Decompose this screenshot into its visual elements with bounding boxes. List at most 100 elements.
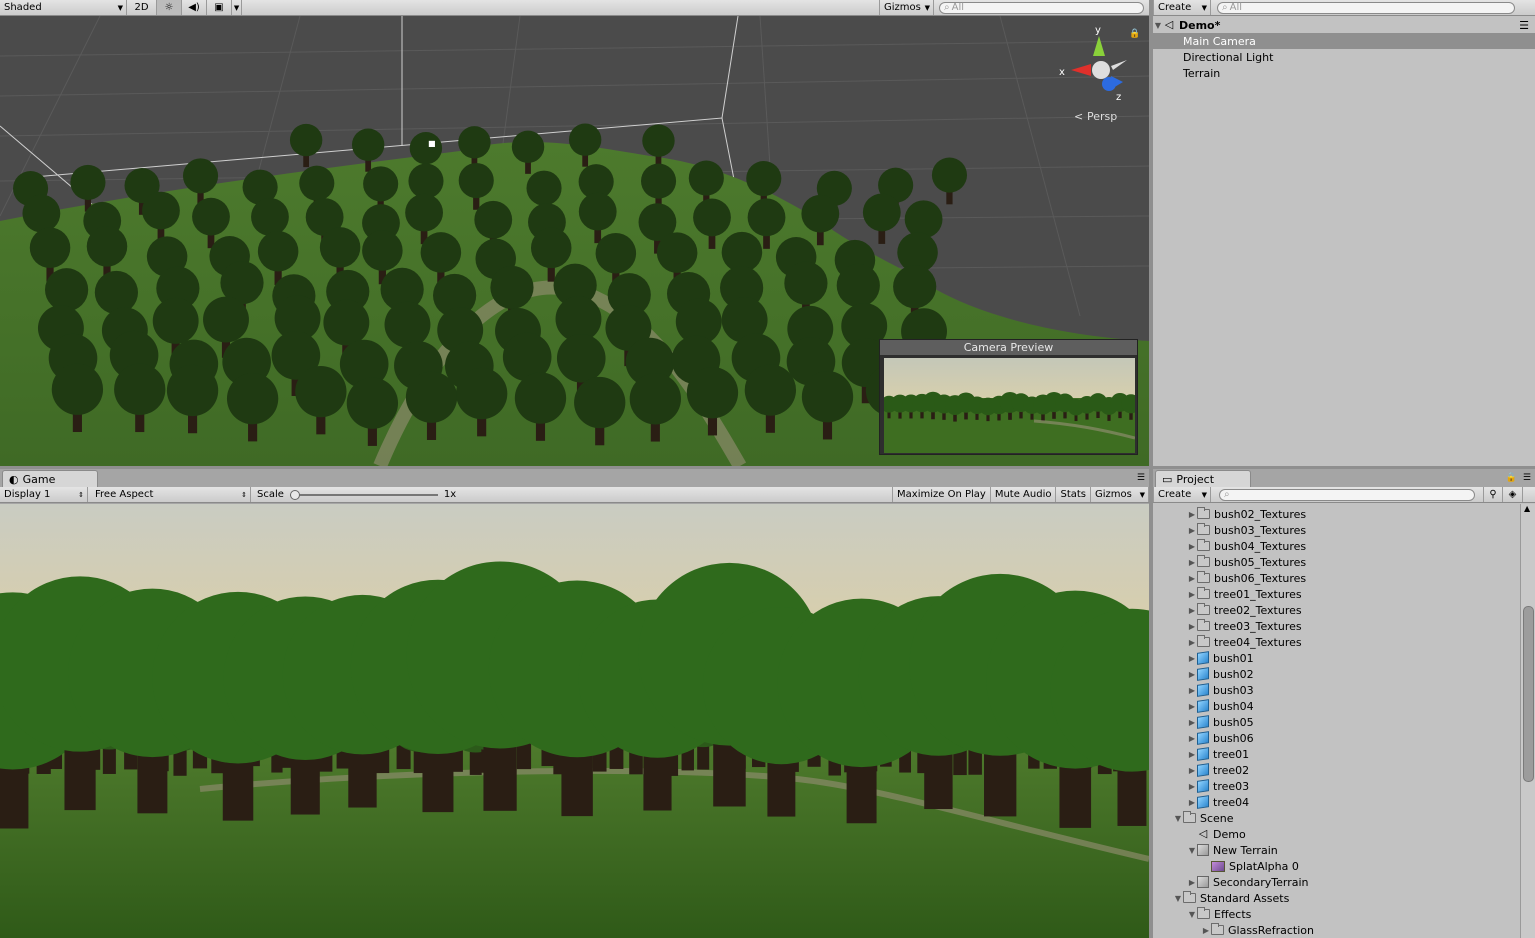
project-item[interactable]: ▶ bush02 [1153, 666, 1519, 682]
expand-triangle-icon[interactable]: ▶ [1201, 926, 1211, 935]
effects-toggle-button[interactable]: ▣ [207, 0, 232, 15]
folder-icon [1183, 891, 1196, 903]
expand-triangle-icon[interactable]: ▶ [1187, 718, 1197, 727]
expand-triangle-icon[interactable]: ▶ [1187, 798, 1197, 807]
tab-game[interactable]: ◐ Game [2, 470, 98, 488]
expand-triangle-icon[interactable]: ▼ [1173, 814, 1183, 823]
hierarchy-search-input[interactable]: ⌕ All [1217, 1, 1515, 14]
project-item[interactable]: ▶ GlassRefraction [1153, 922, 1519, 938]
filter-by-label-button[interactable]: ◈ [1503, 487, 1523, 502]
tab-project[interactable]: ▭ Project [1155, 470, 1251, 488]
project-item[interactable]: ▶ tree03_Textures [1153, 618, 1519, 634]
project-item[interactable]: ▶ tree04 [1153, 794, 1519, 810]
project-item[interactable]: ▶ bush05_Textures [1153, 554, 1519, 570]
hierarchy-item[interactable]: Main Camera [1153, 33, 1535, 49]
scroll-up-icon[interactable]: ▲ [1524, 504, 1530, 513]
expand-triangle-icon[interactable]: ▶ [1187, 622, 1197, 631]
scale-slider[interactable] [289, 489, 438, 500]
project-item[interactable]: ▶ tree04_Textures [1153, 634, 1519, 650]
audio-toggle-button[interactable]: ◀) [182, 0, 207, 15]
project-item[interactable]: ▶ tree01_Textures [1153, 586, 1519, 602]
project-item[interactable]: ▶ bush01 [1153, 650, 1519, 666]
expand-triangle-icon[interactable]: ▶ [1187, 654, 1197, 663]
project-item[interactable]: ◁ Demo [1153, 826, 1519, 842]
expand-triangle-icon[interactable]: ▶ [1187, 558, 1197, 567]
expand-triangle-icon[interactable]: ▶ [1187, 526, 1197, 535]
project-item[interactable]: ▶ bush04 [1153, 698, 1519, 714]
project-item[interactable]: ▼ Standard Assets [1153, 890, 1519, 906]
menu-icon[interactable]: ☰ [1137, 473, 1145, 483]
project-item-label: New Terrain [1213, 843, 1278, 857]
expand-triangle-icon[interactable]: ▶ [1187, 574, 1197, 583]
expand-triangle-icon[interactable]: ▶ [1187, 702, 1197, 711]
hierarchy-create-dropdown[interactable]: Create ▼ [1153, 0, 1211, 15]
lock-icon[interactable]: 🔒 [1129, 28, 1140, 39]
expand-triangle-icon[interactable]: ▶ [1187, 542, 1197, 551]
scene-gizmos-dropdown[interactable]: Gizmos ▼ [879, 0, 934, 15]
project-item[interactable]: ▶ tree02 [1153, 762, 1519, 778]
axis-y-label: y [1095, 25, 1101, 36]
2d-toggle-button[interactable]: 2D [127, 0, 157, 15]
effects-dropdown-button[interactable]: ▼ [232, 0, 242, 15]
aspect-dropdown[interactable]: Free Aspect ⇕ [91, 487, 251, 502]
project-item[interactable]: ▶ tree02_Textures [1153, 602, 1519, 618]
project-item[interactable]: ▼ Effects [1153, 906, 1519, 922]
scrollbar-thumb[interactable] [1523, 606, 1534, 782]
project-item[interactable]: ▼ Scene [1153, 810, 1519, 826]
project-item-label: bush03_Textures [1214, 523, 1307, 537]
game-viewport[interactable] [0, 504, 1149, 938]
hierarchy-panel: Create ▼ ⌕ All ▼ ◁ Demo* ☰ Main Camera Dire… [1153, 0, 1535, 466]
scene-search-placeholder: All [951, 2, 965, 13]
expand-triangle-icon[interactable]: ▶ [1187, 766, 1197, 775]
project-create-dropdown[interactable]: Create ▼ [1153, 487, 1211, 502]
expand-triangle-icon[interactable]: ▶ [1187, 670, 1197, 679]
project-item[interactable]: ▶ bush06 [1153, 730, 1519, 746]
camera-preview-image [884, 358, 1135, 453]
expand-triangle-icon[interactable]: ▶ [1187, 782, 1197, 791]
game-gizmos-dropdown[interactable]: Gizmos ▼ [1091, 487, 1149, 502]
menu-icon[interactable]: ☰ [1523, 473, 1531, 483]
expand-triangle-icon[interactable]: ▼ [1153, 21, 1163, 30]
project-item[interactable]: ▶ bush02_Textures [1153, 506, 1519, 522]
expand-triangle-icon[interactable]: ▼ [1173, 894, 1183, 903]
display-dropdown[interactable]: Display 1 ⇕ [0, 487, 88, 502]
expand-triangle-icon[interactable]: ▶ [1187, 510, 1197, 519]
project-item[interactable]: ▶ bush06_Textures [1153, 570, 1519, 586]
stats-toggle[interactable]: Stats [1056, 487, 1091, 502]
scene-search-input[interactable]: ⌕ All [939, 1, 1144, 14]
expand-triangle-icon[interactable]: ▶ [1187, 606, 1197, 615]
hierarchy-scene-row[interactable]: ▼ ◁ Demo* ☰ [1153, 17, 1535, 33]
expand-triangle-icon[interactable]: ▶ [1187, 878, 1197, 887]
project-item[interactable]: SplatAlpha 0 [1153, 858, 1519, 874]
project-item[interactable]: ▶ tree03 [1153, 778, 1519, 794]
project-search-input[interactable]: ⌕ [1219, 488, 1475, 501]
shading-mode-dropdown[interactable]: Shaded ▼ [0, 0, 127, 15]
orientation-gizmo[interactable]: y x z Persp < 🔒 [1055, 18, 1145, 123]
project-scrollbar[interactable]: ▲ [1520, 504, 1535, 938]
project-item[interactable]: ▶ bush04_Textures [1153, 538, 1519, 554]
expand-triangle-icon[interactable]: ▼ [1187, 910, 1197, 919]
project-item[interactable]: ▶ bush03 [1153, 682, 1519, 698]
scale-slider-thumb[interactable] [289, 489, 300, 500]
project-item[interactable]: ▶ SecondaryTerrain [1153, 874, 1519, 890]
search-icon: ⌕ [944, 2, 950, 13]
filter-by-type-button[interactable]: ⚲ [1483, 487, 1503, 502]
project-item[interactable]: ▶ bush05 [1153, 714, 1519, 730]
project-item[interactable]: ▼ New Terrain [1153, 842, 1519, 858]
maximize-on-play-toggle[interactable]: Maximize On Play [892, 487, 991, 502]
project-item[interactable]: ▶ tree01 [1153, 746, 1519, 762]
expand-triangle-icon[interactable]: ▶ [1187, 590, 1197, 599]
hierarchy-create-label: Create [1158, 2, 1192, 13]
expand-triangle-icon[interactable]: ▶ [1187, 734, 1197, 743]
lighting-toggle-button[interactable]: ☼ [157, 0, 182, 15]
expand-triangle-icon[interactable]: ▶ [1187, 638, 1197, 647]
expand-triangle-icon[interactable]: ▶ [1187, 686, 1197, 695]
menu-icon[interactable]: ☰ [1519, 19, 1529, 32]
expand-triangle-icon[interactable]: ▼ [1187, 846, 1197, 855]
hierarchy-item[interactable]: Directional Light [1153, 49, 1535, 65]
hierarchy-item[interactable]: Terrain [1153, 65, 1535, 81]
project-item[interactable]: ▶ bush03_Textures [1153, 522, 1519, 538]
lock-icon[interactable]: 🔒 [1506, 473, 1517, 483]
expand-triangle-icon[interactable]: ▶ [1187, 750, 1197, 759]
mute-audio-toggle[interactable]: Mute Audio [991, 487, 1057, 502]
